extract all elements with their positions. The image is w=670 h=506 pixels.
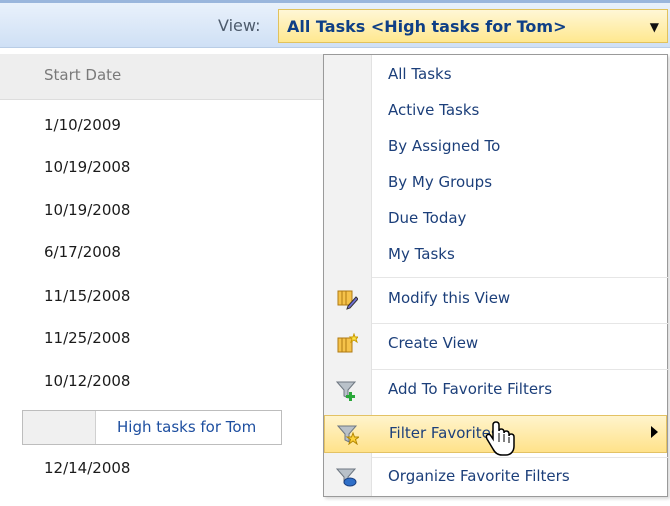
menu-item-label: Due Today bbox=[388, 209, 467, 227]
view-toolbar: View: All Tasks <High tasks for Tom> ▼ bbox=[0, 0, 670, 48]
organize-filters-icon bbox=[336, 468, 357, 487]
menu-item-all-tasks[interactable]: All Tasks bbox=[324, 57, 667, 93]
selected-view-text: All Tasks <High tasks for Tom> bbox=[287, 16, 567, 36]
menu-item-add-favorite-filters[interactable]: Add To Favorite Filters bbox=[324, 372, 667, 412]
filter-group-row[interactable]: High tasks for Tom bbox=[22, 410, 282, 445]
modify-view-icon bbox=[337, 290, 358, 310]
menu-item-active-tasks[interactable]: Active Tasks bbox=[324, 93, 667, 129]
menu-separator bbox=[372, 277, 668, 278]
menu-separator bbox=[372, 323, 668, 324]
list-item[interactable]: 12/14/2008 bbox=[44, 448, 294, 488]
menu-item-by-my-groups[interactable]: By My Groups bbox=[324, 165, 667, 201]
view-label: View: bbox=[218, 16, 261, 35]
submenu-arrow-icon bbox=[651, 426, 658, 438]
view-selector-dropdown[interactable]: All Tasks <High tasks for Tom> ▼ bbox=[278, 9, 668, 43]
menu-item-label: Modify this View bbox=[388, 289, 511, 307]
menu-item-label: By Assigned To bbox=[388, 137, 501, 155]
filter-row-indent bbox=[23, 411, 96, 444]
menu-item-due-today[interactable]: Due Today bbox=[324, 201, 667, 237]
menu-separator bbox=[372, 457, 668, 458]
menu-item-label: Active Tasks bbox=[388, 101, 480, 119]
list-item[interactable]: 10/12/2008 bbox=[44, 361, 294, 401]
list-item[interactable]: 11/15/2008 bbox=[44, 276, 294, 316]
list-item[interactable]: 6/17/2008 bbox=[44, 232, 294, 272]
column-header-label: Start Date bbox=[44, 66, 122, 84]
list-item[interactable]: 1/10/2009 bbox=[44, 105, 294, 145]
menu-item-label: Filter Favorites bbox=[389, 424, 499, 442]
menu-item-label: Organize Favorite Filters bbox=[388, 467, 570, 485]
menu-item-label: My Tasks bbox=[388, 245, 455, 263]
menu-item-label: By My Groups bbox=[388, 173, 493, 191]
menu-item-label: Create View bbox=[388, 334, 479, 352]
menu-item-label: All Tasks bbox=[388, 65, 452, 83]
menu-item-modify-view[interactable]: Modify this View bbox=[324, 281, 667, 319]
list-item[interactable]: 11/25/2008 bbox=[44, 318, 294, 358]
create-view-icon bbox=[337, 333, 358, 353]
menu-item-by-assigned-to[interactable]: By Assigned To bbox=[324, 129, 667, 165]
filter-favorites-icon bbox=[337, 425, 359, 445]
hand-cursor-icon bbox=[485, 421, 515, 456]
add-favorite-filter-icon bbox=[336, 381, 357, 401]
menu-item-label: Add To Favorite Filters bbox=[388, 380, 553, 398]
menu-separator bbox=[372, 369, 668, 370]
list-item[interactable]: 10/19/2008 bbox=[44, 190, 294, 230]
list-item[interactable]: 10/19/2008 bbox=[44, 147, 294, 187]
dropdown-arrow-icon[interactable]: ▼ bbox=[650, 20, 659, 34]
menu-item-organize-favorite-filters[interactable]: Organize Favorite Filters bbox=[324, 459, 667, 497]
menu-item-create-view[interactable]: Create View bbox=[324, 326, 667, 366]
menu-item-my-tasks[interactable]: My Tasks bbox=[324, 237, 667, 273]
filter-row-label[interactable]: High tasks for Tom bbox=[117, 418, 256, 436]
column-header-start-date[interactable]: Start Date bbox=[0, 54, 323, 100]
